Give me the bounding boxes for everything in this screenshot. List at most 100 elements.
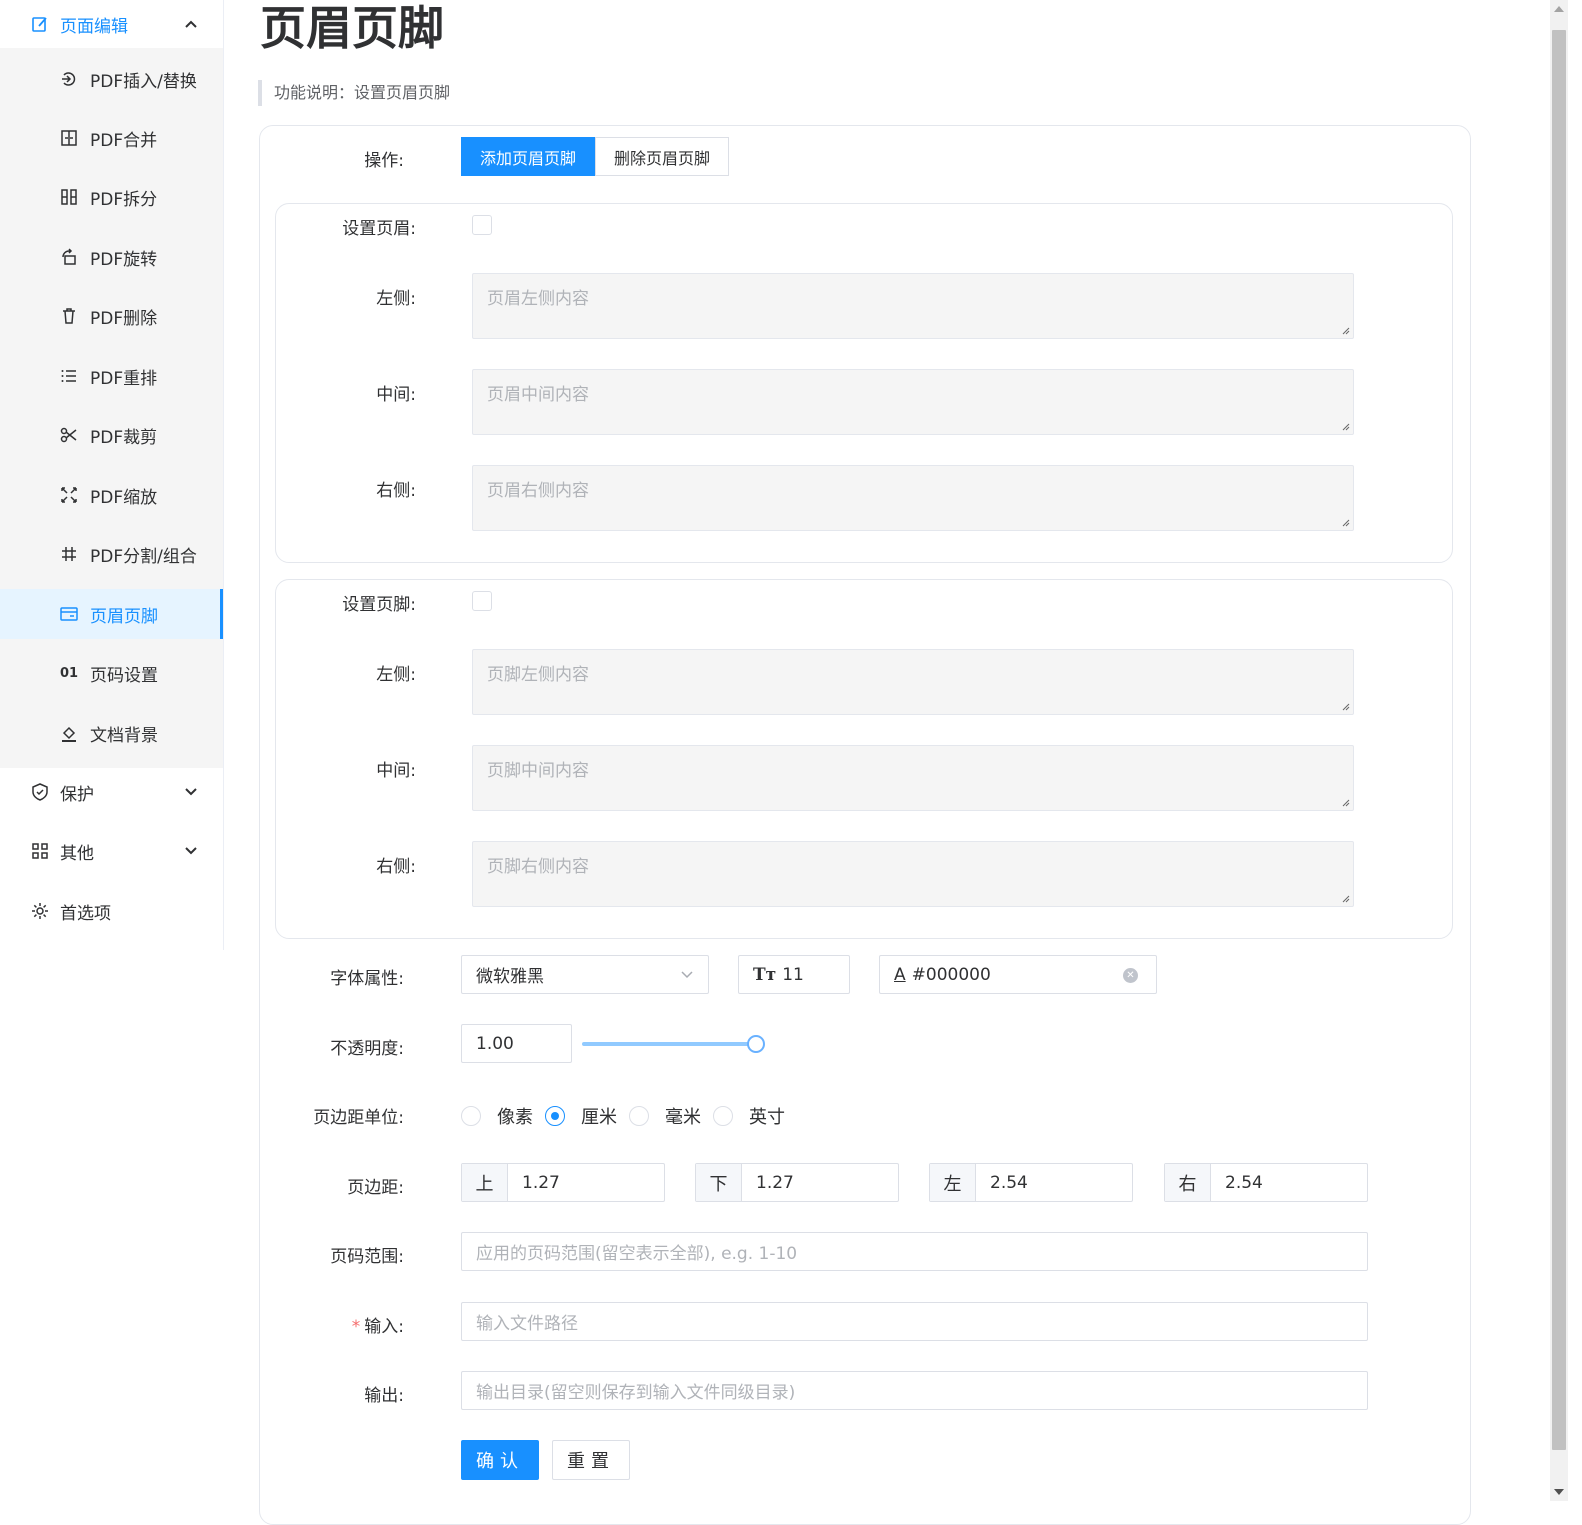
radio-label: 毫米 xyxy=(665,1107,701,1128)
sidebar-item-pdf-insert[interactable]: PDF插入/替换 xyxy=(0,54,223,104)
sidebar-item-background[interactable]: 文档背景 xyxy=(0,708,223,758)
insert-icon xyxy=(60,70,78,88)
menu-group-page-edit[interactable]: 页面编辑 xyxy=(0,0,223,48)
radio-circle[interactable] xyxy=(461,1106,481,1126)
confirm-button[interactable]: 确认 xyxy=(461,1440,539,1480)
margin-left-input[interactable]: 左 2.54 xyxy=(929,1163,1133,1202)
radio-circle[interactable] xyxy=(629,1106,649,1126)
resize-handle-icon[interactable] xyxy=(1340,325,1350,335)
unit-radio-pixel[interactable]: 像素 xyxy=(461,1103,533,1129)
output-label: 输出: xyxy=(364,1386,404,1406)
trash-icon xyxy=(60,307,78,325)
footer-checkbox[interactable] xyxy=(472,591,492,611)
header-checkbox[interactable] xyxy=(472,215,492,235)
scroll-down-arrow-icon[interactable] xyxy=(1554,1489,1564,1495)
resize-handle-icon[interactable] xyxy=(1340,421,1350,431)
page-range-input[interactable]: 应用的页码范围(留空表示全部), e.g. 1-10 xyxy=(461,1232,1368,1271)
header-center-textarea[interactable]: 页眉中间内容 xyxy=(472,369,1354,435)
margin-top-input[interactable]: 上 1.27 xyxy=(461,1163,665,1202)
radio-label: 像素 xyxy=(497,1107,533,1128)
footer-toggle-label: 设置页脚: xyxy=(342,595,416,615)
scissors-icon xyxy=(60,426,78,444)
chevron-down-icon xyxy=(681,971,693,979)
opacity-slider-track[interactable] xyxy=(582,1042,757,1046)
placeholder: 输入文件路径 xyxy=(476,1314,578,1334)
placeholder: 页眉中间内容 xyxy=(487,385,589,405)
sidebar-item-pdf-scale[interactable]: PDF缩放 xyxy=(0,470,223,520)
delete-header-footer-button[interactable]: 删除页眉页脚 xyxy=(595,137,730,176)
main-content: 页眉页脚 功能说明：设置页眉页脚 操作: 添加页眉页脚 删除页眉页脚 设置页眉:… xyxy=(224,0,1550,1525)
header-left-textarea[interactable]: 页眉左侧内容 xyxy=(472,273,1354,339)
chevron-down-icon[interactable] xyxy=(181,782,201,802)
sidebar-item-pdf-split-combine[interactable]: PDF分割/组合 xyxy=(0,529,223,579)
scrollbar-thumb[interactable] xyxy=(1552,30,1566,1450)
unit-radio-cm[interactable]: 厘米 xyxy=(545,1103,617,1129)
resize-handle-icon[interactable] xyxy=(1340,893,1350,903)
opacity-slider-handle[interactable] xyxy=(747,1035,765,1053)
placeholder: 输出目录(留空则保存到输入文件同级目录) xyxy=(476,1383,796,1403)
placeholder: 页眉左侧内容 xyxy=(487,289,589,309)
sidebar-item-label: 页码设置 xyxy=(90,665,158,686)
chevron-down-icon[interactable] xyxy=(181,841,201,861)
margin-prefix: 上 xyxy=(462,1164,508,1201)
input-label-text: 输入: xyxy=(364,1317,404,1337)
sidebar: 页面编辑 PDF插入/替换 PDF合并 PDF拆分 PDF旋转 PDF删除 PD… xyxy=(0,0,224,950)
sidebar-item-pdf-crop[interactable]: PDF裁剪 xyxy=(0,410,223,460)
sidebar-item-pdf-delete[interactable]: PDF删除 xyxy=(0,291,223,341)
font-family-value: 微软雅黑 xyxy=(476,967,544,987)
resize-handle-icon[interactable] xyxy=(1340,701,1350,711)
header-center-label: 中间: xyxy=(376,385,416,405)
menu-group-preferences[interactable]: 首选项 xyxy=(0,887,223,935)
opacity-input[interactable]: 1.00 xyxy=(461,1024,572,1063)
sidebar-item-label: PDF拆分 xyxy=(90,189,158,210)
font-size-value: 11 xyxy=(782,964,804,985)
sidebar-item-pdf-reorder[interactable]: PDF重排 xyxy=(0,351,223,401)
menu-group-protect[interactable]: 保护 xyxy=(0,768,223,816)
placeholder: 页脚左侧内容 xyxy=(487,665,589,685)
chevron-up-icon[interactable] xyxy=(181,14,201,34)
footer-left-label: 左侧: xyxy=(376,665,416,685)
resize-handle-icon[interactable] xyxy=(1340,517,1350,527)
menu-group-other[interactable]: 其他 xyxy=(0,827,223,875)
sidebar-item-header-footer[interactable]: 页眉页脚 xyxy=(0,589,223,639)
font-size-input[interactable]: Tт 11 xyxy=(738,955,850,994)
operation-toggle: 添加页眉页脚 删除页眉页脚 xyxy=(461,137,730,176)
split-icon xyxy=(60,188,78,206)
unit-radio-inch[interactable]: 英寸 xyxy=(713,1103,785,1129)
margin-bottom-input[interactable]: 下 1.27 xyxy=(695,1163,899,1202)
sidebar-item-label: PDF缩放 xyxy=(90,487,158,508)
font-family-select[interactable]: 微软雅黑 xyxy=(461,955,709,994)
clear-icon[interactable]: ✕ xyxy=(1123,968,1138,983)
radio-circle[interactable] xyxy=(545,1106,565,1126)
page-number-icon: 01 xyxy=(59,665,79,681)
radio-circle[interactable] xyxy=(713,1106,733,1126)
sidebar-item-pdf-merge[interactable]: PDF合并 xyxy=(0,113,223,163)
placeholder: 页眉右侧内容 xyxy=(487,481,589,501)
page-title: 页眉页脚 xyxy=(260,1,444,55)
sidebar-item-pdf-rotate[interactable]: PDF旋转 xyxy=(0,232,223,282)
sidebar-item-label: 页眉页脚 xyxy=(90,606,158,627)
footer-left-textarea[interactable]: 页脚左侧内容 xyxy=(472,649,1354,715)
opacity-label: 不透明度: xyxy=(330,1039,404,1059)
margin-right-input[interactable]: 右 2.54 xyxy=(1164,1163,1368,1202)
header-right-label: 右侧: xyxy=(376,481,416,501)
footer-center-textarea[interactable]: 页脚中间内容 xyxy=(472,745,1354,811)
scrollbar[interactable] xyxy=(1550,0,1568,1501)
sidebar-item-pdf-split[interactable]: PDF拆分 xyxy=(0,172,223,222)
resize-handle-icon[interactable] xyxy=(1340,797,1350,807)
header-right-textarea[interactable]: 页眉右侧内容 xyxy=(472,465,1354,531)
unit-radio-mm[interactable]: 毫米 xyxy=(629,1103,701,1129)
unit-label: 页边距单位: xyxy=(313,1108,404,1128)
add-header-footer-button[interactable]: 添加页眉页脚 xyxy=(461,137,596,176)
required-mark: * xyxy=(351,1317,361,1337)
font-color-value: #000000 xyxy=(911,964,991,985)
output-dir-field[interactable]: 输出目录(留空则保存到输入文件同级目录) xyxy=(461,1371,1368,1410)
sidebar-item-page-number[interactable]: 01 页码设置 xyxy=(0,648,223,698)
font-color-input[interactable]: A #000000 ✕ xyxy=(879,955,1157,994)
scroll-up-arrow-icon[interactable] xyxy=(1554,6,1564,12)
footer-right-textarea[interactable]: 页脚右侧内容 xyxy=(472,841,1354,907)
footer-center-label: 中间: xyxy=(376,761,416,781)
input-path-field[interactable]: 输入文件路径 xyxy=(461,1302,1368,1341)
placeholder: 页脚中间内容 xyxy=(487,761,589,781)
reset-button[interactable]: 重置 xyxy=(552,1440,630,1480)
